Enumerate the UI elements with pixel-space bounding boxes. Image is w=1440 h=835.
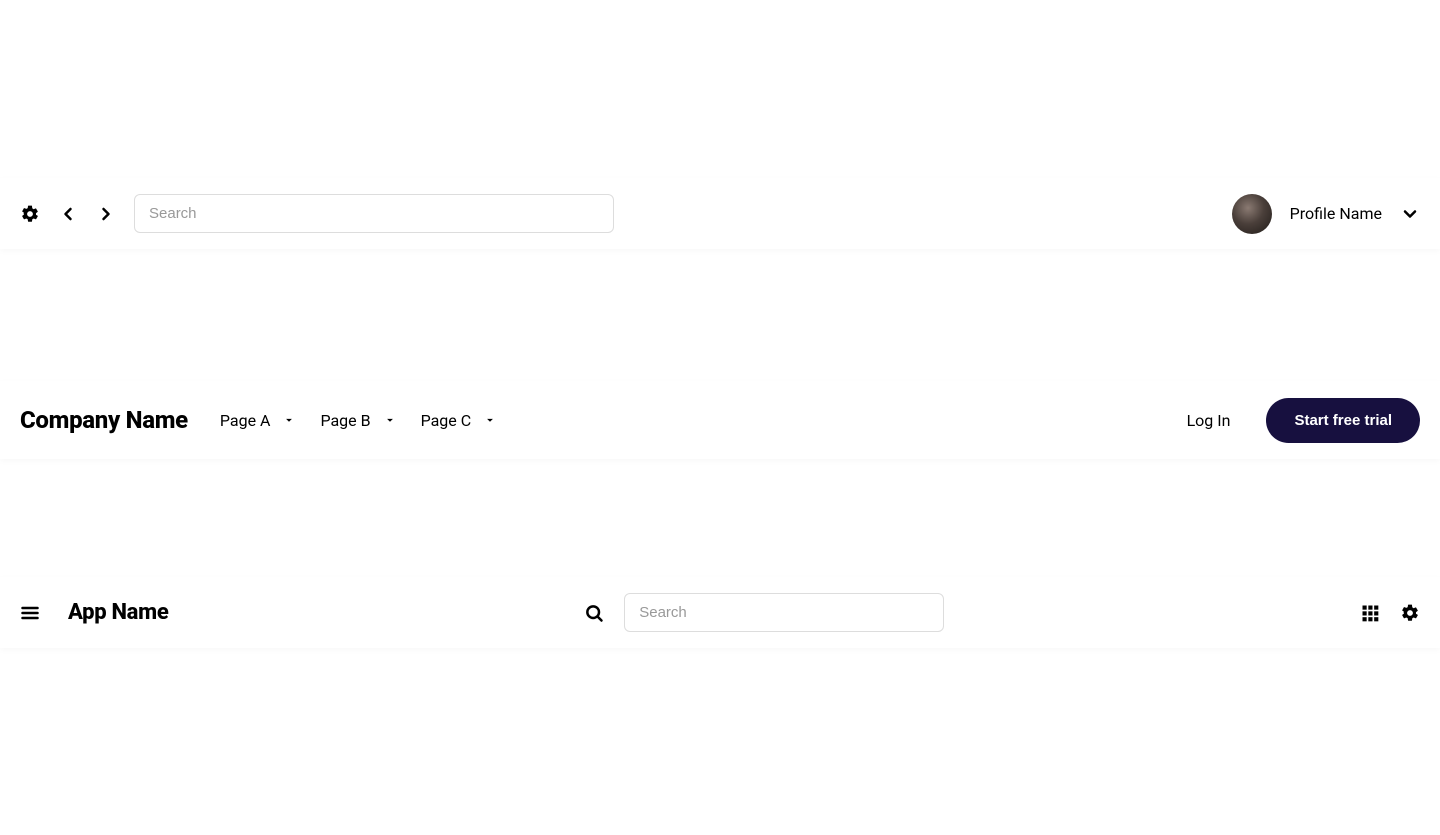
navbar-landing-right: Log In Start free trial [1187,398,1420,443]
navbar-profile: Profile Name [0,178,1440,249]
app-name: App Name [68,600,168,625]
nav-item-page-b[interactable]: Page B [320,411,396,430]
search-input[interactable] [134,194,614,233]
nav-item-label: Page C [421,411,472,430]
chevron-down-icon [383,413,397,427]
navbar-app: App Name [0,577,1440,648]
chevron-down-icon [483,413,497,427]
grid-icon[interactable] [1360,603,1380,623]
nav-item-label: Page B [320,411,370,430]
chevron-down-icon [282,413,296,427]
chevron-down-icon[interactable] [1400,204,1420,224]
nav-pages: Page A Page B Page C [220,411,497,430]
navbar-profile-left [20,194,614,233]
profile-name-label: Profile Name [1290,204,1382,223]
navbar-app-left: App Name [20,600,168,625]
start-trial-button[interactable]: Start free trial [1266,398,1420,443]
chevron-left-icon[interactable] [58,204,78,224]
hamburger-icon[interactable] [20,603,40,623]
navbar-landing: Company Name Page A Page B Page C Log In… [0,381,1440,459]
avatar[interactable] [1232,194,1272,234]
nav-item-label: Page A [220,411,271,430]
gear-icon[interactable] [1400,603,1420,623]
gear-icon[interactable] [20,204,40,224]
navbar-app-right [1360,603,1420,623]
navbar-profile-right: Profile Name [1232,194,1420,234]
search-icon[interactable] [584,603,604,623]
search-input[interactable] [624,593,944,632]
navbar-app-center [584,593,944,632]
login-link[interactable]: Log In [1187,411,1231,430]
nav-item-page-c[interactable]: Page C [421,411,498,430]
chevron-right-icon[interactable] [96,204,116,224]
navbar-landing-left: Company Name Page A Page B Page C [20,406,497,434]
nav-item-page-a[interactable]: Page A [220,411,297,430]
company-name: Company Name [20,406,188,434]
